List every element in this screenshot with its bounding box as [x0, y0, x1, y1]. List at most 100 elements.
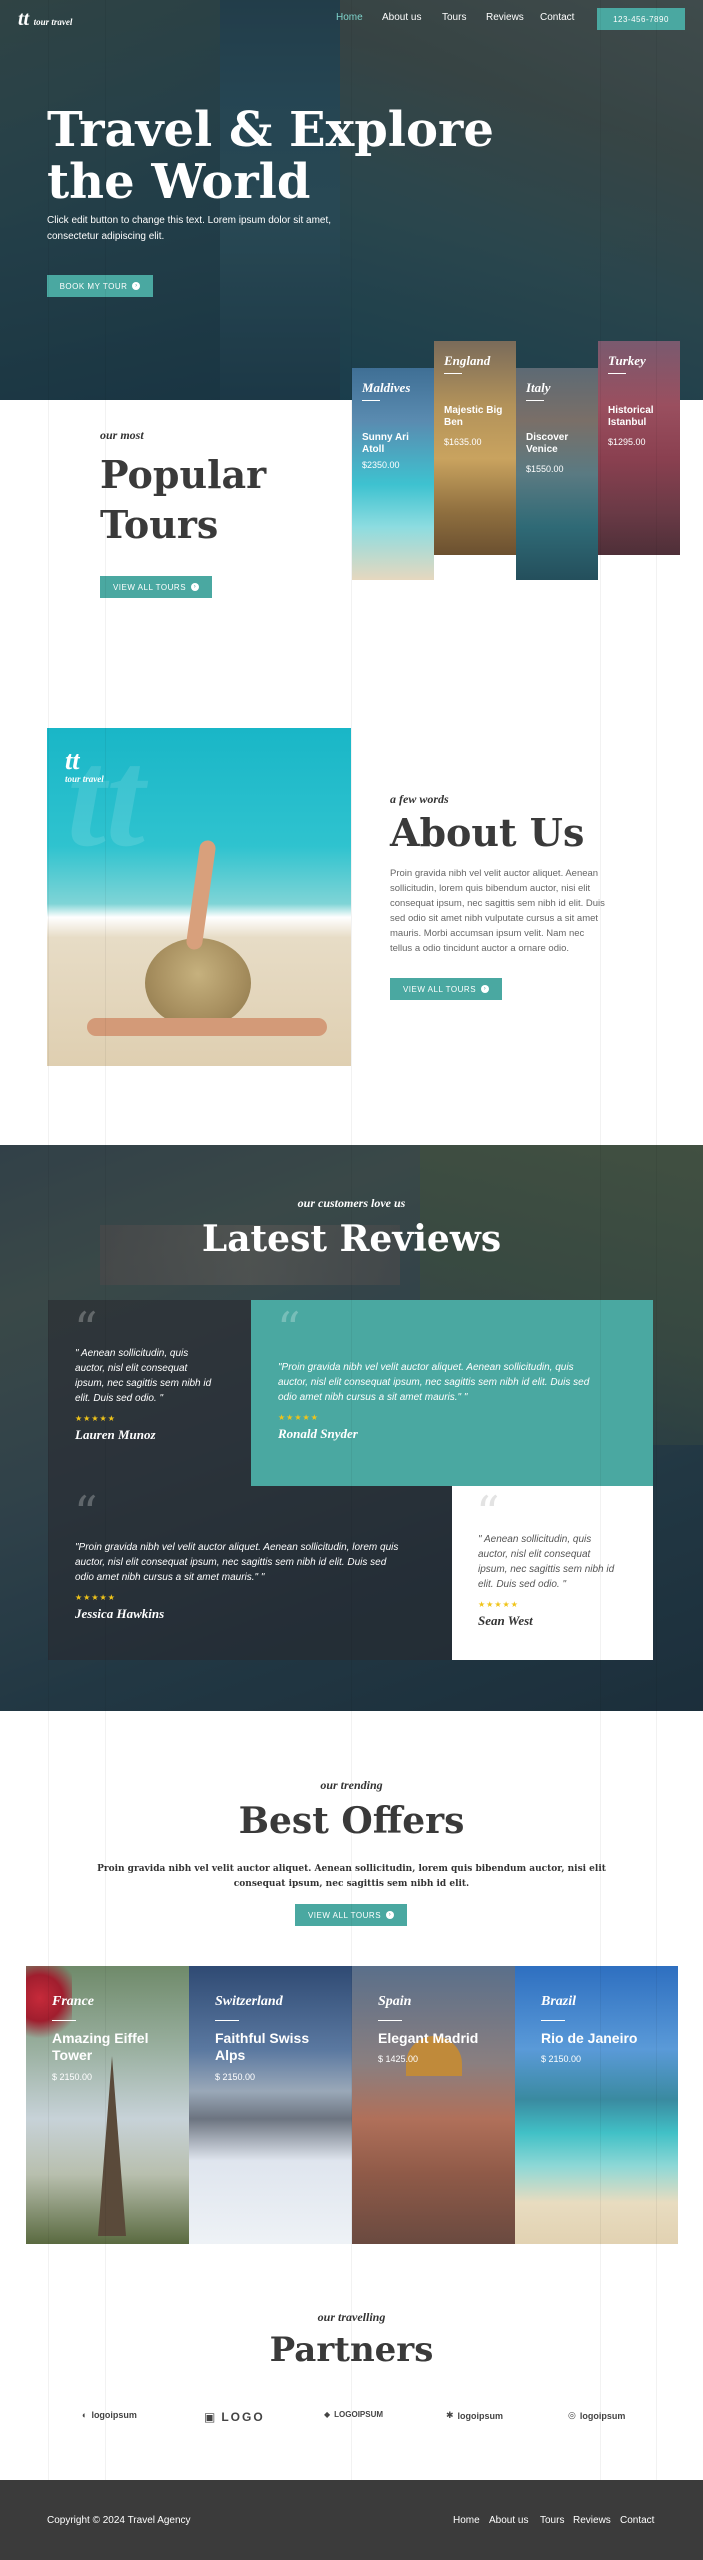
offer-title: Elegant Madrid — [378, 2030, 479, 2046]
footer-link-about[interactable]: About us — [489, 2515, 528, 2526]
phone-button[interactable]: 123-456-7890 — [597, 8, 685, 30]
nav-about[interactable]: About us — [382, 12, 421, 23]
tour-price: $1295.00 — [608, 437, 646, 447]
divider — [362, 400, 380, 401]
logo-icon: ◆ — [324, 2410, 331, 2419]
divider — [608, 373, 626, 374]
offer-card-france[interactable]: France Amazing Eiffel Tower $ 2150.00 — [26, 1966, 189, 2244]
arrow-icon: › — [191, 583, 200, 591]
view-all-tours-button[interactable]: VIEW ALL TOURS › — [100, 576, 212, 598]
hero-title: Travel & Explore the World — [47, 102, 494, 210]
offers-title: Best Offers — [238, 1800, 465, 1842]
phone-label: 123-456-7890 — [613, 14, 669, 24]
logo-mark: tt — [18, 8, 30, 30]
tour-card-england[interactable]: England Majestic Big Ben $1635.00 — [434, 341, 516, 555]
about-image: tt tt tour travel — [47, 728, 351, 1066]
review-card-3: “ "Proin gravida nibh vel velit auctor a… — [48, 1486, 452, 1660]
offer-country: Switzerland — [215, 1994, 283, 2009]
about-view-tours-button[interactable]: VIEW ALL TOURS › — [390, 978, 502, 1000]
offer-card-spain[interactable]: Spain Elegant Madrid $ 1425.00 — [352, 1966, 515, 2244]
reviews-title: Latest Reviews — [201, 1218, 502, 1260]
about-title: About Us — [390, 810, 585, 855]
tour-country: Maldives — [362, 380, 411, 395]
partner-logo-3[interactable]: ◆ LOGOIPSUM — [324, 2410, 383, 2419]
divider — [52, 2020, 76, 2021]
tour-card-maldives[interactable]: Maldives Sunny Ari Atoll $2350.00 — [352, 368, 434, 580]
about-logo: tt tour travel — [65, 746, 104, 785]
tour-title: Majestic Big Ben — [444, 405, 503, 428]
reviewer-name: Lauren Munoz — [75, 1427, 156, 1442]
offers-view-tours-label: VIEW ALL TOURS — [307, 1910, 382, 1920]
review-text: " Aenean sollicitudin, quis auctor, nisl … — [75, 1348, 212, 1404]
quote-icon: “ — [74, 1486, 98, 1540]
site-logo[interactable]: tt tour travel — [18, 8, 72, 31]
divider — [215, 2020, 239, 2021]
tour-country: Turkey — [608, 353, 646, 368]
hat-shape — [145, 938, 251, 1028]
tour-title: Discover Venice — [526, 432, 569, 455]
review-card-2: “ "Proin gravida nibh vel velit auctor a… — [251, 1300, 653, 1486]
footer-link-contact[interactable]: Contact — [620, 2515, 654, 2526]
nav-home[interactable]: Home — [336, 12, 363, 23]
arrow-icon: › — [481, 985, 490, 993]
rating-stars: ★★★★★ — [478, 1600, 519, 1609]
popular-title: Popular Tours — [100, 452, 267, 547]
arrow-icon: › — [386, 1911, 395, 1919]
offers-kicker: our trending — [320, 1778, 383, 1792]
offer-country: France — [52, 1994, 94, 2009]
tour-title: Sunny Ari Atoll — [362, 432, 409, 455]
offers-view-tours-button[interactable]: VIEW ALL TOURS › — [295, 1904, 407, 1926]
partner-logo-1[interactable]: ◐ logoipsum — [82, 2410, 137, 2420]
partners-kicker: our travelling — [317, 2310, 386, 2324]
tower-shape — [98, 2056, 126, 2236]
rating-stars: ★★★★★ — [75, 1414, 116, 1423]
partner-logo-4[interactable]: ✱ logoipsum — [446, 2410, 503, 2421]
hero-subtitle: Click edit button to change this text. L… — [47, 215, 332, 242]
footer-link-home[interactable]: Home — [453, 2515, 480, 2526]
review-text: "Proin gravida nibh vel velit auctor ali… — [75, 1542, 399, 1583]
footer-link-reviews[interactable]: Reviews — [573, 2515, 611, 2526]
about-body: Proin gravida nibh vel velit auctor aliq… — [390, 868, 605, 954]
quote-icon: “ — [476, 1486, 500, 1540]
partner-logo-2[interactable]: ▣ LOGO — [204, 2410, 265, 2424]
reviewer-name: Jessica Hawkins — [75, 1606, 165, 1621]
popular-kicker: our most — [100, 428, 144, 442]
offer-card-brazil[interactable]: Brazil Rio de Janeiro $ 2150.00 — [515, 1966, 678, 2244]
rating-stars: ★★★★★ — [75, 1593, 116, 1602]
partner-logo-5[interactable]: ◎ logoipsum — [568, 2410, 625, 2421]
review-card-4: “ " Aenean sollicitudin, quis auctor, nis… — [452, 1486, 653, 1660]
book-tour-button[interactable]: BOOK MY TOUR › — [47, 275, 153, 297]
tour-price: $1550.00 — [526, 464, 564, 474]
review-text: " Aenean sollicitudin, quis auctor, nisl … — [478, 1534, 615, 1590]
about-view-tours-label: VIEW ALL TOURS — [402, 984, 477, 994]
rating-stars: ★★★★★ — [278, 1413, 319, 1422]
tour-country: Italy — [526, 380, 551, 395]
logo-text: tour travel — [33, 17, 73, 27]
logo-icon: ✱ — [446, 2410, 454, 2420]
review-card-1: “ " Aenean sollicitudin, quis auctor, nis… — [48, 1300, 251, 1486]
footer-link-tours[interactable]: Tours — [540, 2515, 564, 2526]
arrow-icon: › — [132, 282, 141, 290]
tour-price: $2350.00 — [362, 460, 400, 470]
offer-card-switzerland[interactable]: Switzerland Faithful Swiss Alps $ 2150.0… — [189, 1966, 352, 2244]
about-kicker: a few words — [390, 792, 449, 806]
offer-price: $ 2150.00 — [541, 2054, 582, 2064]
nav-tours[interactable]: Tours — [442, 12, 466, 23]
tour-card-italy[interactable]: Italy Discover Venice $1550.00 — [516, 368, 598, 580]
offer-price: $ 2150.00 — [52, 2072, 93, 2082]
tour-country: England — [444, 353, 491, 368]
offer-title: Faithful Swiss Alps — [215, 2030, 310, 2063]
tour-price: $1635.00 — [444, 437, 482, 447]
reviewer-name: Sean West — [478, 1613, 533, 1628]
tour-card-turkey[interactable]: Turkey Historical Istanbul $1295.00 — [598, 341, 680, 555]
offer-title: Rio de Janeiro — [541, 2030, 638, 2046]
offers-body: Proin gravida nibh vel velit auctor aliq… — [97, 1864, 606, 1889]
offer-country: Brazil — [541, 1994, 577, 2009]
offer-country: Spain — [378, 1994, 412, 2009]
nav-reviews[interactable]: Reviews — [486, 12, 524, 23]
nav-contact[interactable]: Contact — [540, 12, 574, 23]
legs-shape — [185, 839, 217, 951]
offer-title: Amazing Eiffel Tower — [52, 2030, 149, 2063]
review-text: "Proin gravida nibh vel velit auctor ali… — [278, 1362, 590, 1403]
footer-copyright: Copyright © 2024 Travel Agency — [47, 2515, 191, 2526]
